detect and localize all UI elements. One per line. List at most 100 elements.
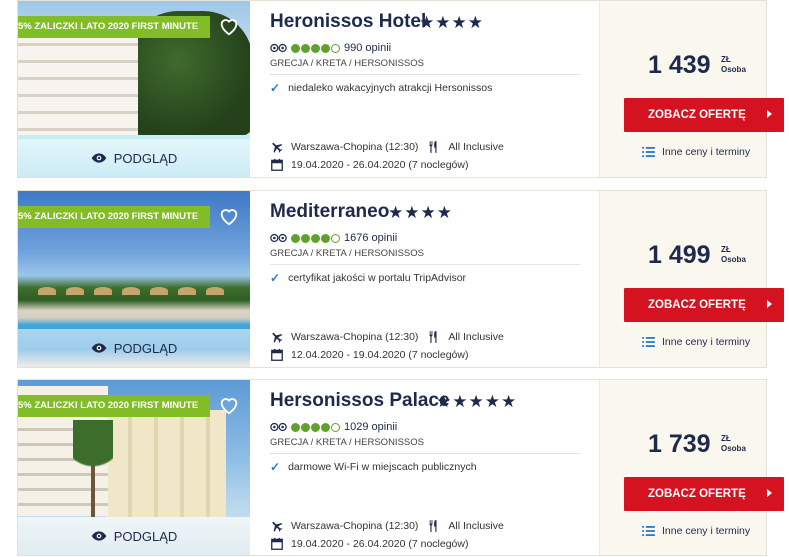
preview-label: PODGLĄD [113,528,178,544]
preview-label: PODGLĄD [113,150,178,166]
per-person-label: Osoba [721,255,746,264]
dates-text: 19.04.2020 - 26.04.2020 (7 noclegów) [291,538,469,550]
hotel-name[interactable]: Mediterraneo [270,201,389,223]
hotel-photo[interactable]: 5% ZALICZKI LATO 2020 FIRST MINUTE PODGL… [18,1,250,177]
fork-knife-icon [429,141,437,153]
board-type: All Inclusive [448,520,504,532]
price-value: 1 739 [648,430,711,458]
heart-outline-icon[interactable] [218,15,240,37]
list-icon [642,337,655,347]
list-icon [642,147,655,157]
flight-info: Warszawa-Chopina (12:30) All Inclusive [270,140,504,154]
dates-info: 19.04.2020 - 26.04.2020 (7 noclegów) [270,537,468,551]
divider [270,453,580,454]
plane-icon [272,521,283,532]
offer-card[interactable]: 5% ZALICZKI LATO 2020 FIRST MINUTE PODGL… [17,379,784,556]
preview-button[interactable]: PODGLĄD [18,517,250,555]
feature-item: ✓ darmowe Wi-Fi w miejscach publicznych [270,460,477,474]
fork-knife-icon [429,520,437,532]
other-prices-label: Inne ceny i terminy [662,146,751,158]
price-unit: ZŁ Osoba [721,245,746,264]
divider [270,74,580,75]
plane-icon [272,142,283,153]
offer-info: Heronissos Hotel ★★★★ 990 opinii GRECJA … [270,1,600,177]
offer-info: Mediterraneo ★★★★ 1676 opinii GRECJA / K… [270,191,600,367]
see-offer-button[interactable]: ZOBACZ OFERTĘ [624,477,784,511]
per-person-label: Osoba [721,65,746,74]
promo-badge: 5% ZALICZKI LATO 2020 FIRST MINUTE [18,395,211,425]
feature-item: ✓ niedaleko wakacyjnych atrakcji Hersoni… [270,81,492,95]
promo-badge: 5% ZALICZKI LATO 2020 FIRST MINUTE [18,206,211,236]
other-prices-link[interactable]: Inne ceny i terminy [642,525,750,537]
rating-bubbles [291,43,340,53]
offer-info: Hersonissos Palace ★★★★★ 1029 opinii GRE… [270,380,600,555]
board-type: All Inclusive [448,141,504,153]
hotel-name[interactable]: Heronissos Hotel [270,11,426,33]
price-value: 1 499 [648,241,711,269]
other-prices-label: Inne ceny i terminy [662,525,751,537]
list-icon [642,526,655,536]
hotel-stars: ★★★★ [388,203,453,222]
per-person-label: Osoba [721,444,746,453]
price-column: 1 499 ZŁ Osoba ZOBACZ OFERTĘ Inne ceny i… [599,191,784,367]
preview-button[interactable]: PODGLĄD [18,139,250,177]
tripadvisor-rating[interactable]: 1029 opinii [270,421,397,433]
promo-badge: 5% ZALICZKI LATO 2020 FIRST MINUTE [18,16,211,46]
feature-item: ✓ certyfikat jakości w portalu TripAdvis… [270,271,466,285]
hotel-stars: ★★★★ [419,13,484,32]
board-type: All Inclusive [448,331,504,343]
eye-icon [91,153,107,163]
heart-outline-icon[interactable] [218,394,240,416]
tripadvisor-owl-icon [270,422,287,432]
departure-text: Warszawa-Chopina (12:30) [291,520,419,532]
heart-outline-icon[interactable] [218,205,240,227]
eye-icon [91,531,107,541]
dates-text: 12.04.2020 - 19.04.2020 (7 noclegów) [291,349,469,361]
see-offer-label: ZOBACZ OFERTĘ [648,299,746,311]
dates-info: 12.04.2020 - 19.04.2020 (7 noclegów) [270,348,468,362]
see-offer-label: ZOBACZ OFERTĘ [648,109,746,121]
other-prices-link[interactable]: Inne ceny i terminy [642,146,750,158]
feature-text: certyfikat jakości w portalu TripAdvisor [288,272,467,284]
review-count: 1029 opinii [344,421,398,433]
checkmark-icon: ✓ [270,81,281,95]
rating-bubbles [291,422,340,432]
chevron-right-icon [767,489,772,497]
see-offer-button[interactable]: ZOBACZ OFERTĘ [624,288,784,322]
hotel-stars: ★★★★★ [436,392,518,411]
offer-card[interactable]: 5% ZALICZKI LATO 2020 FIRST MINUTE PODGL… [17,0,784,178]
tripadvisor-owl-icon [270,43,287,53]
preview-label: PODGLĄD [113,340,178,356]
feature-text: darmowe Wi-Fi w miejscach publicznych [288,461,477,473]
tripadvisor-rating[interactable]: 990 opinii [270,42,391,54]
chevron-right-icon [767,300,772,308]
preview-button[interactable]: PODGLĄD [18,329,250,367]
currency-label: ZŁ [721,245,731,254]
calendar-icon [271,537,283,550]
other-prices-label: Inne ceny i terminy [662,336,751,348]
calendar-icon [271,348,283,361]
dates-text: 19.04.2020 - 26.04.2020 (7 noclegów) [291,159,469,171]
departure-text: Warszawa-Chopina (12:30) [291,141,419,153]
departure-text: Warszawa-Chopina (12:30) [291,331,419,343]
other-prices-link[interactable]: Inne ceny i terminy [642,336,750,348]
tripadvisor-rating[interactable]: 1676 opinii [270,232,397,244]
offer-card[interactable]: 5% ZALICZKI LATO 2020 FIRST MINUTE PODGL… [17,190,784,368]
tripadvisor-owl-icon [270,233,287,243]
checkmark-icon: ✓ [270,271,281,285]
divider [270,264,580,265]
hotel-location: GRECJA / KRETA / HERSONISSOS [270,58,424,69]
hotel-name[interactable]: Hersonissos Palace [270,390,450,412]
chevron-right-icon [767,110,772,118]
dates-info: 19.04.2020 - 26.04.2020 (7 noclegów) [270,158,468,172]
flight-info: Warszawa-Chopina (12:30) All Inclusive [270,519,504,533]
price-value: 1 439 [648,51,711,79]
hotel-photo[interactable]: 5% ZALICZKI LATO 2020 FIRST MINUTE PODGL… [18,191,250,367]
hotel-location: GRECJA / KRETA / HERSONISSOS [270,248,424,259]
price-column: 1 739 ZŁ Osoba ZOBACZ OFERTĘ Inne ceny i… [599,380,784,555]
plane-icon [272,332,283,343]
hotel-photo[interactable]: 5% ZALICZKI LATO 2020 FIRST MINUTE PODGL… [18,380,250,555]
see-offer-button[interactable]: ZOBACZ OFERTĘ [624,98,784,132]
hotel-location: GRECJA / KRETA / HERSONISSOS [270,437,424,448]
price-unit: ZŁ Osoba [721,55,746,74]
